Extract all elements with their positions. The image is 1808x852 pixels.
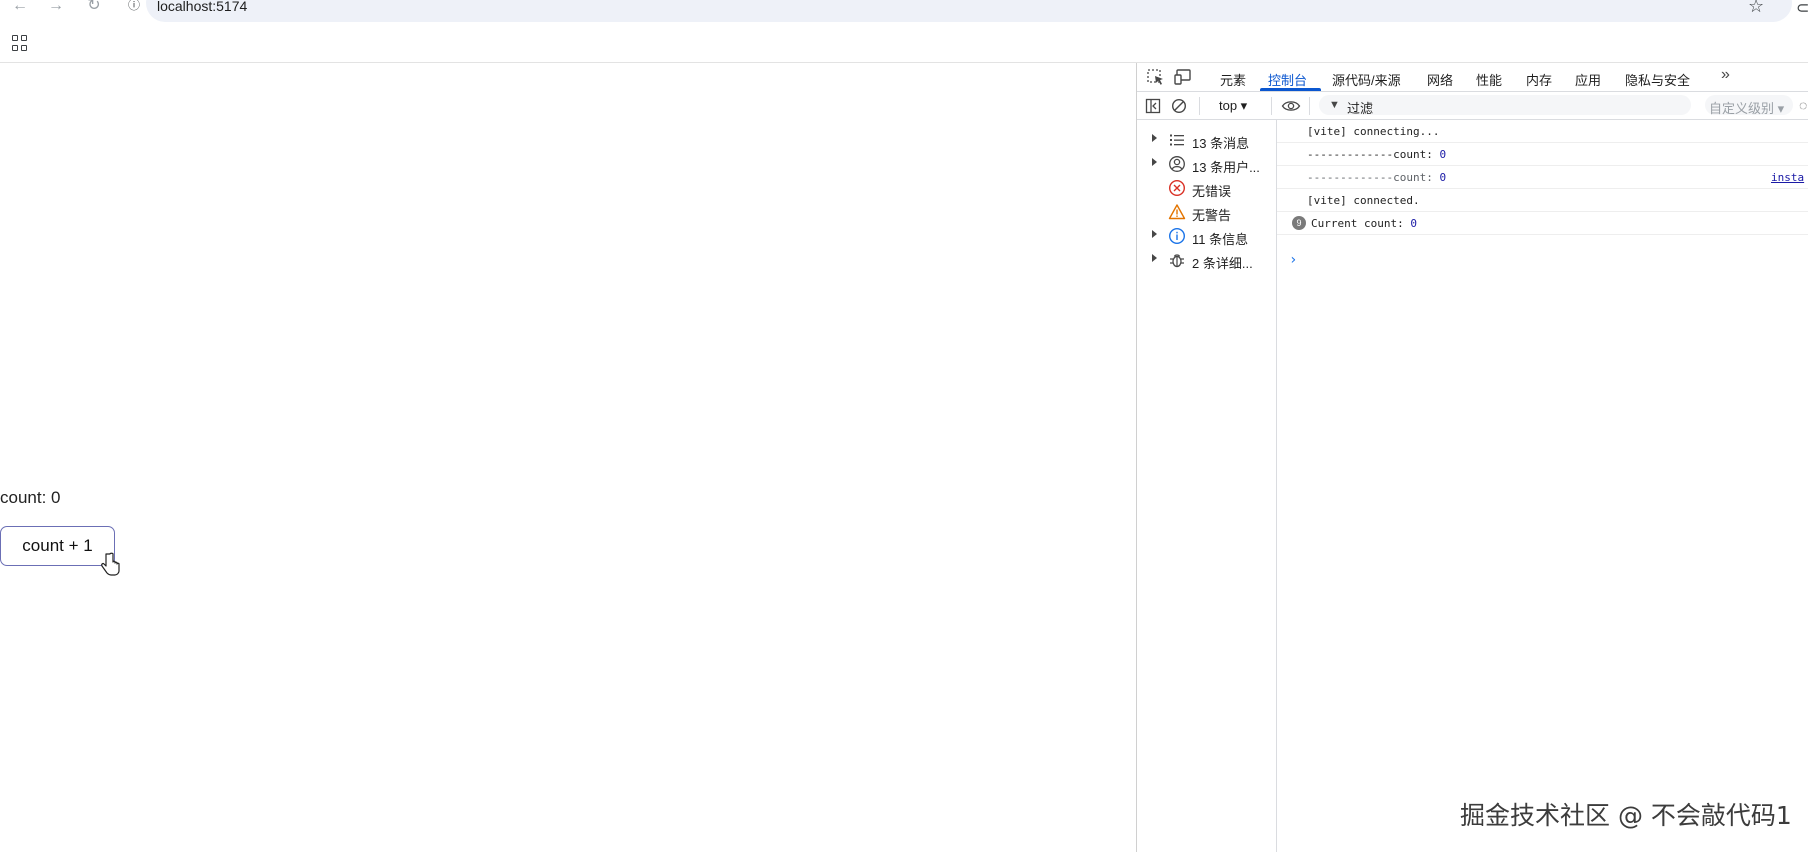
console-toolbar: top ▾ ▼ 过滤 自定义级别 ▾ ◌ (1137, 92, 1808, 120)
hand-cursor-icon (101, 552, 120, 576)
sidebar-item-user-messages[interactable]: 13 条用户... (1137, 154, 1276, 176)
log-text: Current count: 0 (1311, 217, 1417, 230)
back-icon[interactable]: ← (8, 0, 32, 14)
apps-grid-icon[interactable] (12, 35, 28, 51)
live-expression-eye-icon[interactable] (1281, 98, 1301, 114)
devtools-panel: 元素 控制台 源代码/来源 网络 性能 内存 应用 隐私与安全 » top ▾ … (1136, 63, 1808, 852)
console-message[interactable]: [vite] connected. (1277, 189, 1808, 212)
tab-performance[interactable]: 性能 (1476, 70, 1502, 89)
watermark-text: 掘金技术社区 @ 不会敲代码1 (1460, 801, 1792, 830)
expand-arrow-icon[interactable] (1152, 158, 1157, 166)
console-messages: [vite] connecting... -------------count:… (1277, 120, 1808, 852)
console-message[interactable]: -------------count: 0 insta (1277, 166, 1808, 189)
bug-icon (1170, 254, 1184, 268)
filter-input[interactable] (1319, 95, 1691, 115)
log-text-prefix: Current count: (1311, 217, 1411, 230)
info-icon (1168, 227, 1186, 245)
repeat-count-badge: 9 (1292, 216, 1306, 230)
filter-placeholder: 过滤 (1347, 101, 1374, 116)
log-text-prefix: -------------count: (1307, 171, 1440, 184)
log-value: 0 (1439, 171, 1447, 184)
tab-sources[interactable]: 源代码/来源 (1332, 70, 1401, 89)
log-value: 0 (1410, 217, 1417, 230)
device-toolbar-icon[interactable] (1174, 68, 1194, 86)
devtools-tabbar: 元素 控制台 源代码/来源 网络 性能 内存 应用 隐私与安全 » (1137, 63, 1808, 92)
tab-memory[interactable]: 内存 (1526, 70, 1552, 89)
profile-icon[interactable]: ⊂ (1796, 0, 1808, 18)
sidebar-item-label: 11 条信息 (1192, 232, 1249, 247)
tab-elements[interactable]: 元素 (1220, 70, 1246, 89)
context-selector[interactable]: top ▾ (1219, 98, 1247, 114)
tab-application[interactable]: 应用 (1575, 70, 1601, 89)
toolbar-divider (1271, 97, 1272, 115)
warning-icon (1168, 204, 1186, 220)
toolbar-divider (1199, 97, 1200, 115)
more-tabs-icon[interactable]: » (1721, 66, 1730, 84)
bookmark-star-icon[interactable]: ☆ (1748, 0, 1764, 15)
log-text: -------------count: 0 (1307, 148, 1446, 161)
sidebar-item-verbose[interactable]: 2 条详细... (1137, 250, 1276, 272)
log-text: [vite] connecting... (1307, 125, 1440, 138)
count-display: count: 0 (0, 488, 61, 507)
sidebar-item-label: 无警告 (1192, 208, 1232, 223)
settings-gear-icon[interactable]: ◌ (1799, 97, 1807, 113)
forward-icon[interactable]: → (44, 0, 68, 14)
tab-console[interactable]: 控制台 (1268, 70, 1307, 89)
log-levels-label: 自定义级别 ▾ (1709, 101, 1785, 116)
sidebar-item-errors[interactable]: 无错误 (1137, 178, 1276, 200)
sidebar-item-label: 13 条用户... (1192, 160, 1260, 175)
sidebar-item-info[interactable]: 11 条信息 (1137, 226, 1276, 248)
url-text[interactable]: localhost:5174 (157, 0, 247, 13)
list-icon (1170, 134, 1184, 146)
active-tab-indicator (1260, 88, 1321, 91)
expand-arrow-icon[interactable] (1152, 134, 1157, 142)
log-text: -------------count: 0 (1307, 171, 1446, 184)
sidebar-toggle-icon[interactable] (1145, 98, 1161, 114)
log-value: 0 (1439, 148, 1447, 161)
sidebar-item-warnings[interactable]: 无警告 (1137, 202, 1276, 224)
increment-button[interactable]: count + 1 (0, 526, 115, 566)
clear-console-icon[interactable] (1171, 98, 1187, 114)
log-text: [vite] connected. (1307, 194, 1420, 207)
tab-network[interactable]: 网络 (1427, 70, 1453, 89)
expand-arrow-icon[interactable] (1152, 230, 1157, 238)
address-bar[interactable] (146, 0, 1792, 22)
filter-funnel-icon: ▼ (1329, 99, 1340, 111)
browser-toolbar: ← → ↻ ⓘ localhost:5174 ☆ ⊂ (0, 0, 1808, 24)
bookmarks-bar (0, 24, 1808, 63)
sidebar-item-label: 13 条消息 (1192, 136, 1250, 151)
console-sidebar: 13 条消息 13 条用户... 无错误 无警告 11 条信息 2 条详细... (1137, 120, 1277, 852)
sidebar-item-label: 2 条详细... (1192, 256, 1253, 271)
sidebar-item-messages[interactable]: 13 条消息 (1137, 130, 1276, 152)
user-icon (1169, 156, 1185, 172)
page-viewport: count: 0 count + 1 (0, 63, 1136, 852)
console-message[interactable]: [vite] connecting... (1277, 120, 1808, 143)
site-info-icon[interactable]: ⓘ (126, 0, 142, 14)
console-message[interactable]: 9 Current count: 0 (1277, 212, 1808, 235)
inspect-element-icon[interactable] (1146, 68, 1166, 86)
console-prompt-icon[interactable]: › (1289, 252, 1297, 268)
reload-icon[interactable]: ↻ (82, 0, 106, 14)
sidebar-item-label: 无错误 (1192, 184, 1232, 199)
error-icon (1168, 179, 1186, 197)
log-source-link[interactable]: insta (1771, 171, 1804, 184)
toolbar-divider (1309, 97, 1310, 115)
expand-arrow-icon[interactable] (1152, 254, 1157, 262)
tab-privacy-security[interactable]: 隐私与安全 (1625, 70, 1690, 89)
log-text-prefix: -------------count: (1307, 148, 1440, 161)
console-message[interactable]: -------------count: 0 (1277, 143, 1808, 166)
